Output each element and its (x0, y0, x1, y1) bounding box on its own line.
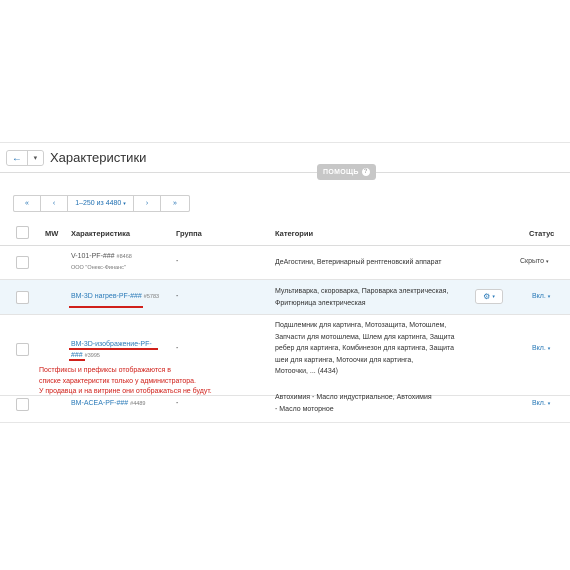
category-line: ДеАгостини, Ветеринарный рентгеновский а… (275, 259, 442, 266)
category-line: Запчасти для мотошлема, Шлем для картинг… (275, 333, 455, 341)
group-value: - (176, 258, 179, 265)
feature-name-suffix: ### (71, 352, 83, 359)
first-page-button[interactable]: « (14, 196, 41, 211)
select-all-checkbox[interactable] (16, 226, 29, 239)
chevron-down-icon: ▾ (547, 346, 551, 352)
column-categories[interactable]: Категории (275, 229, 313, 238)
back-dropdown-caret-icon[interactable]: ▾ (28, 151, 43, 165)
category-line: Мультиварка, скороварка, Пароварка элект… (275, 288, 449, 295)
table-row: V-101-PF-### #8468 ООО "Онекс-Финанс" - … (0, 247, 570, 280)
category-line: Мотоочки, ... (4434) (275, 368, 338, 375)
category-line: - Масло моторное (275, 405, 334, 413)
feature-code: #4489 (130, 401, 146, 407)
categories-list: Автохимия - Масло индустриальное, Автохи… (275, 392, 432, 415)
category-line: ребер для картинга, Комбинезон для карти… (275, 345, 455, 352)
feature-link[interactable]: BM-3D нагрев-PF-### #5783 (71, 293, 159, 300)
column-status[interactable]: Статус (529, 229, 554, 238)
annotation-underline (69, 348, 158, 350)
pagination: « ‹ 1–250 из 4480 ▾ › » (13, 195, 190, 212)
chevron-down-icon: ▾ (492, 293, 495, 300)
categories-list: Подшлемник для картинга, Мотозащита, Мот… (275, 320, 455, 378)
content-bottom-edge (0, 422, 570, 423)
help-button[interactable]: ПОМОЩЬ ? (317, 164, 376, 180)
page-title: Характеристики (50, 150, 147, 165)
page-range-label: 1–250 из 4480 (75, 200, 122, 207)
question-icon: ? (361, 168, 370, 176)
feature-link[interactable]: BM-ACEA-PF-### #4489 (71, 400, 145, 407)
categories-list: ДеАгостини, Ветеринарный рентгеновский а… (275, 257, 442, 269)
help-label: ПОМОЩЬ (323, 168, 359, 176)
feature-code: #5783 (143, 294, 160, 300)
chevron-down-icon: ▾ (547, 294, 551, 300)
status-label: Вкл. (532, 345, 546, 352)
row-checkbox[interactable] (16, 343, 29, 356)
chevron-down-icon: ▾ (547, 401, 551, 407)
page-range-dropdown[interactable]: 1–250 из 4480 ▾ (68, 196, 134, 211)
group-value: - (176, 345, 179, 352)
group-value: - (176, 293, 179, 300)
status-dropdown[interactable]: Вкл. ▾ (532, 293, 550, 300)
category-line: Подшлемник для картинга, Мотозащита, Мот… (275, 322, 447, 329)
feature-vendor: ООО "Онекс-Финанс" (71, 265, 126, 271)
annotation-line: Постфиксы и префиксы отображаются в (39, 367, 171, 374)
feature-link[interactable]: V-101-PF-### #8468 (71, 253, 132, 260)
annotation-underline (69, 359, 85, 361)
feature-code: #8468 (116, 254, 132, 260)
status-label: Вкл. (532, 400, 546, 407)
category-line: шеи для картинга, Мотоочки для картинга, (275, 356, 414, 364)
table-header: MW Характеристика Группа Категории Стату… (0, 220, 570, 246)
category-line: Фритюрница электрическая (275, 299, 366, 307)
status-dropdown[interactable]: Вкл. ▾ (532, 400, 550, 407)
prev-page-button[interactable]: ‹ (41, 196, 68, 211)
row-checkbox[interactable] (16, 291, 29, 304)
table-row: BM-3D нагрев-PF-### #5783 - Мультиварка,… (0, 280, 570, 315)
column-feature[interactable]: Характеристика (71, 229, 130, 238)
feature-code: #3995 (84, 353, 100, 359)
row-checkbox[interactable] (16, 398, 29, 411)
toolbar-divider (0, 172, 570, 173)
chevron-down-icon: ▾ (123, 200, 126, 207)
column-mw[interactable]: MW (45, 229, 58, 238)
category-line: Автохимия - Масло индустриальное, Автохи… (275, 394, 432, 401)
back-arrow-icon[interactable]: ← (7, 151, 28, 165)
chevron-down-icon: ▾ (546, 259, 549, 265)
row-actions-button[interactable]: ⚙ ▾ (475, 289, 503, 304)
row-checkbox[interactable] (16, 256, 29, 269)
annotation-underline (69, 306, 143, 308)
status-label: Вкл. (532, 293, 546, 300)
group-value: - (176, 400, 179, 407)
categories-list: Мультиварка, скороварка, Пароварка элект… (275, 286, 448, 309)
status-dropdown[interactable]: Вкл. ▾ (532, 345, 550, 352)
table-row: BM-ACEA-PF-### #4489 - Автохимия - Масло… (0, 392, 570, 422)
last-page-button[interactable]: » (161, 196, 189, 211)
status-label: Скрыто (520, 258, 545, 265)
feature-name: V-101-PF-### (71, 253, 115, 260)
column-group[interactable]: Группа (176, 229, 202, 238)
annotation-line: списке характеристик только у администра… (39, 377, 196, 385)
feature-name: BM-ACEA-PF-### (71, 400, 129, 407)
feature-name: BM-3D нагрев-PF-### (71, 293, 142, 300)
gear-icon: ⚙ (483, 292, 491, 301)
status-dropdown[interactable]: Скрыто ▾ (520, 258, 549, 265)
next-page-button[interactable]: › (134, 196, 161, 211)
back-button-group[interactable]: ← ▾ (6, 150, 44, 166)
